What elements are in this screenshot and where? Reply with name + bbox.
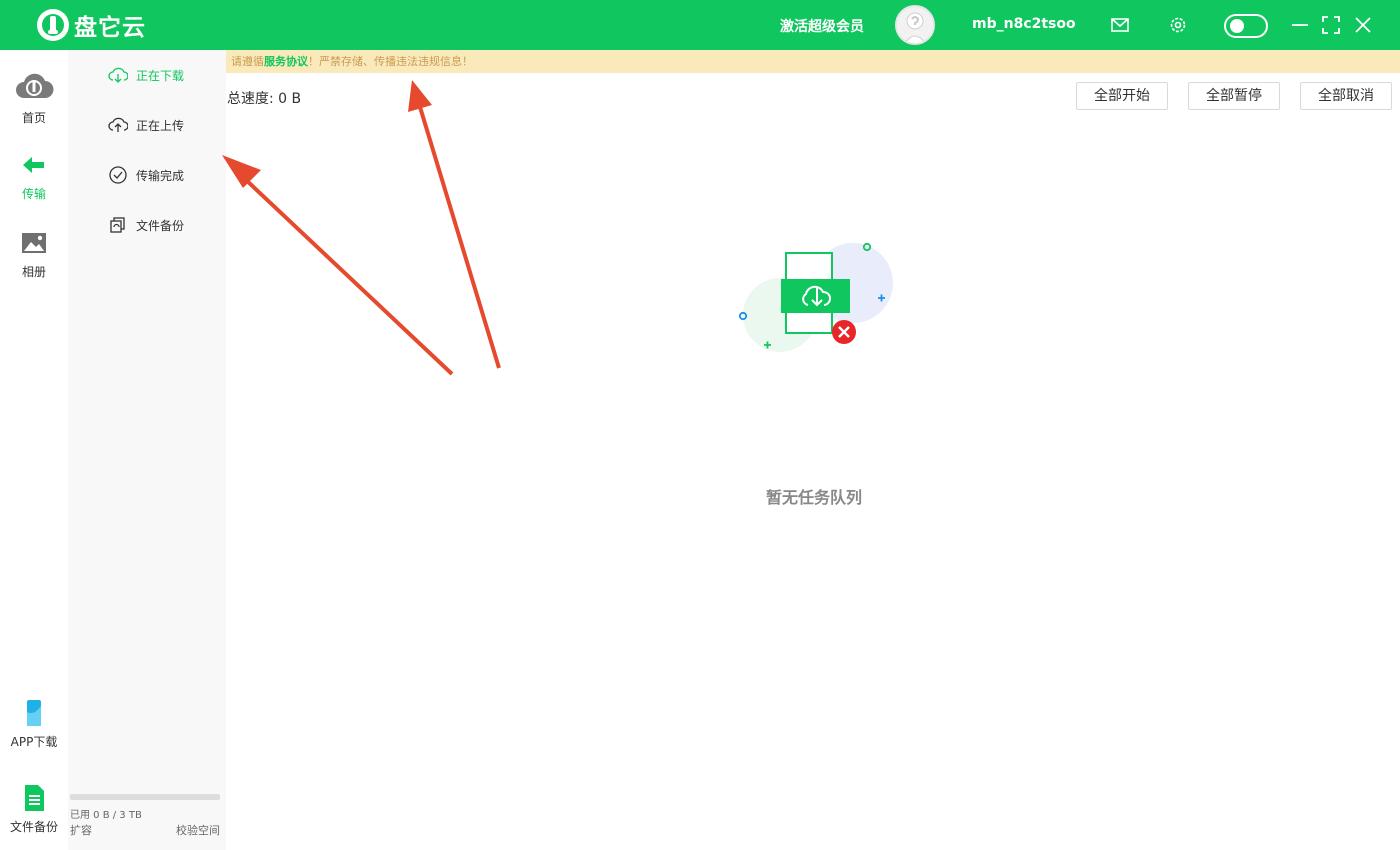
storage-usage-text: 已用 0 B / 3 TB [70,810,142,821]
annotation-arrow-left [222,155,454,376]
nav-item-home[interactable]: 首页 [0,68,68,126]
app-logo: 盘它云 [36,7,146,43]
document-icon [25,785,44,811]
picture-icon [22,233,46,253]
maximize-icon[interactable] [1321,15,1341,35]
service-agreement-link[interactable]: 服务协议 [264,55,308,68]
mail-icon[interactable] [1110,15,1130,35]
total-speed: 总速度: 0 B [227,91,302,107]
storage-usage-bar [70,794,220,800]
nav-item-album[interactable]: 相册 [0,228,68,280]
phone-icon [27,700,41,726]
nav-label-transfer: 传输 [21,187,46,201]
avatar-placeholder-icon [904,12,926,43]
gear-icon[interactable] [1168,15,1188,35]
subnav-item-backup[interactable]: 文件备份 [108,214,184,236]
app-name: 盘它云 [74,15,146,41]
transfer-subnav: 正在下载 正在上传 传输完成 文件备份 已用 0 B / 3 TB 扩容 校验空… [68,50,226,850]
nav-label-album: 相册 [21,265,46,279]
subnav-item-uploading[interactable]: 正在上传 [108,114,184,136]
nav-item-app-download[interactable]: APP下载 [0,698,68,750]
theme-toggle[interactable] [1224,14,1268,38]
cancel-all-button[interactable]: 全部取消 [1300,82,1392,110]
backup-icon [110,217,125,233]
title-bar: 盘它云 激活超级会员 mb_n8c2tsoo [0,0,1400,50]
cloud-upload-icon [108,117,128,132]
notice-suffix: ！严禁存储、传播违法违规信息！ [308,55,473,68]
notice-prefix: 请遵循 [231,55,264,68]
annotation-arrow-up [408,80,501,369]
subnav-label-completed: 传输完成 [136,168,185,183]
activate-vip-link[interactable]: 激活超级会员 [780,16,864,36]
close-icon[interactable] [1353,15,1373,35]
pause-all-button[interactable]: 全部暂停 [1188,82,1280,110]
arrow-left-icon [23,157,44,173]
avatar[interactable] [895,5,935,45]
empty-state-text: 暂无任务队列 [765,488,862,507]
nav-label-home: 首页 [21,111,46,125]
subnav-item-downloading[interactable]: 正在下载 [108,64,184,86]
verify-space-link[interactable]: 校验空间 [176,822,220,838]
cloud-logo-icon [37,9,69,41]
cloud-home-icon [16,73,54,98]
nav-item-file-backup[interactable]: 文件备份 [0,783,68,835]
subnav-label-backup: 文件备份 [136,218,185,233]
minimize-icon[interactable] [1290,15,1310,35]
notice-bar: 请遵循服务协议！严禁存储、传播违法违规信息！ [226,50,1400,73]
subnav-item-completed[interactable]: 传输完成 [108,164,184,186]
start-all-button[interactable]: 全部开始 [1076,82,1168,110]
nav-label-file-backup: 文件备份 [9,820,58,834]
subnav-label-downloading: 正在下载 [136,68,185,83]
check-circle-icon [109,166,127,184]
primary-nav: 首页 传输 相册 APP下载 文件备份 [0,50,68,850]
nav-label-app-download: APP下载 [10,735,58,749]
username[interactable]: mb_n8c2tsoo [972,16,1076,32]
cloud-download-icon [108,67,128,83]
empty-download-illustration [738,242,893,352]
subnav-label-uploading: 正在上传 [136,118,185,133]
nav-item-transfer[interactable]: 传输 [0,150,68,202]
expand-storage-link[interactable]: 扩容 [70,822,92,838]
